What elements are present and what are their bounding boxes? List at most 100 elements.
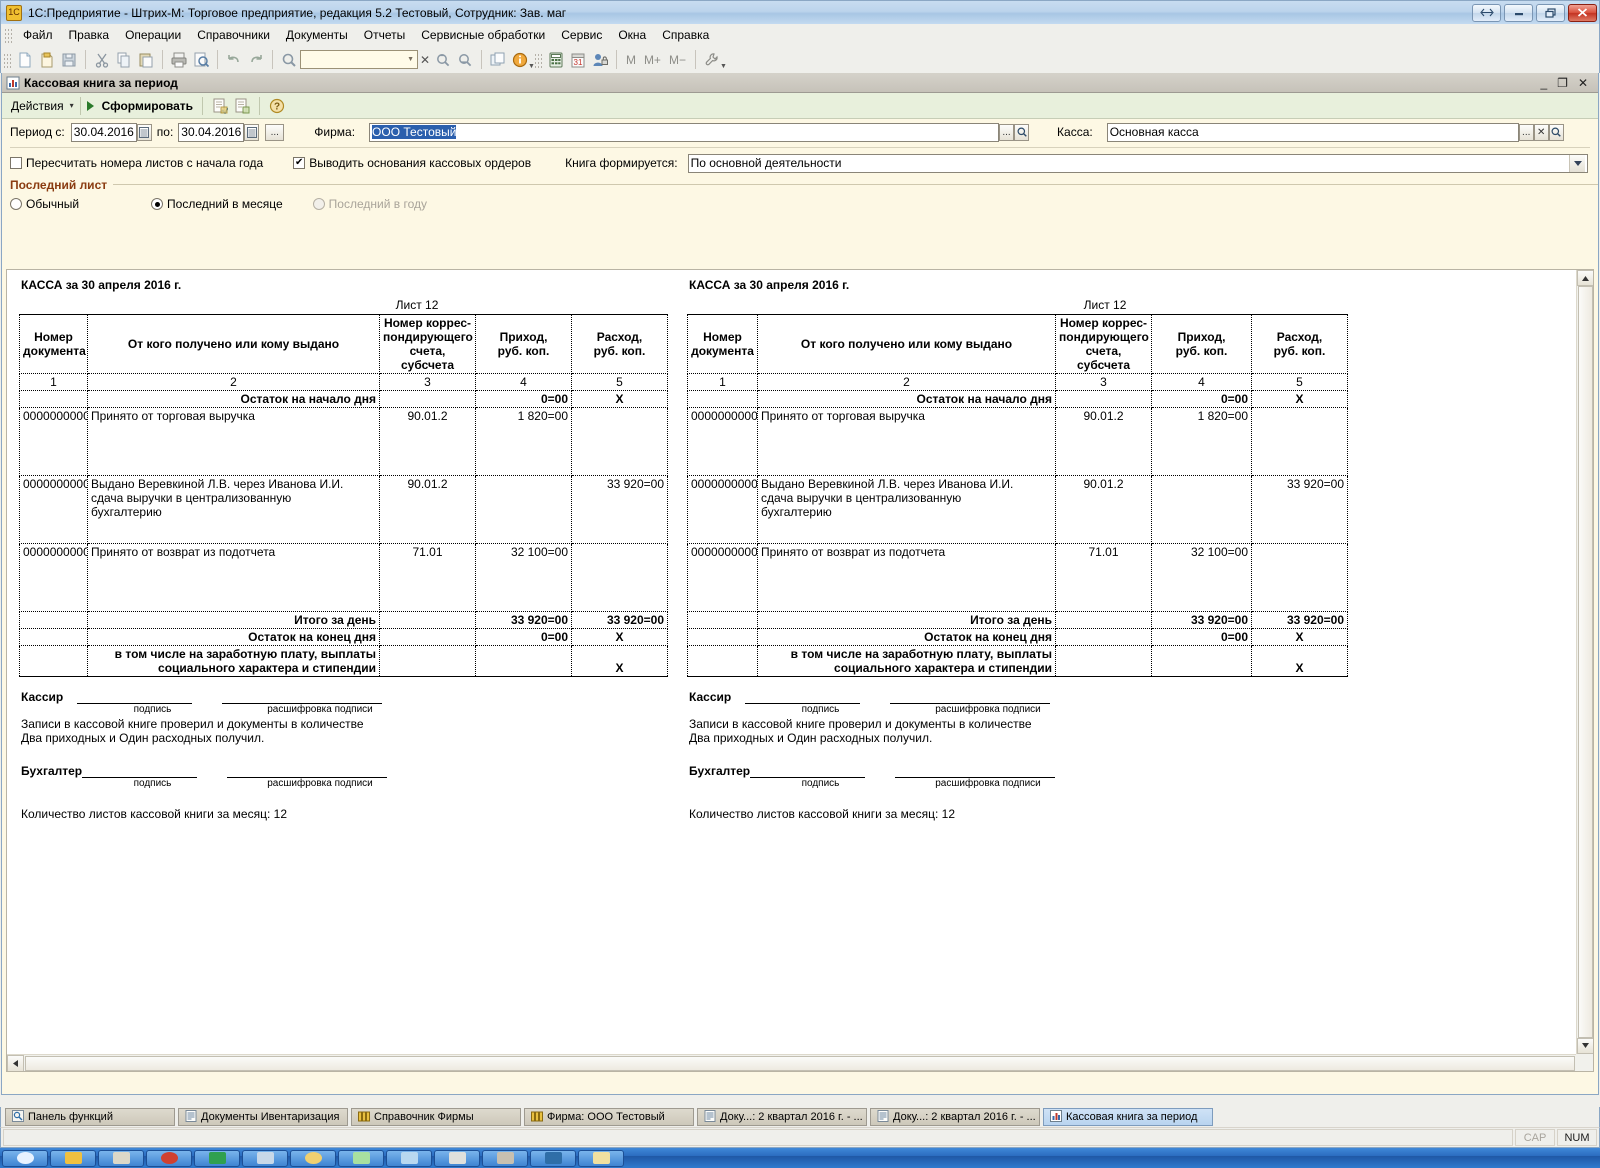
taskbar-item-7[interactable] bbox=[338, 1149, 384, 1167]
period-to-input[interactable]: 30.04.2016 bbox=[178, 122, 245, 142]
window-tab-function-panel[interactable]: Панель функций bbox=[5, 1108, 175, 1126]
cash-clear-button[interactable]: ✕ bbox=[1533, 123, 1549, 141]
firm-input[interactable]: ООО Тестовый bbox=[369, 122, 1000, 142]
show-base-checkbox[interactable]: ✔ bbox=[293, 157, 306, 169]
scroll-up-button[interactable] bbox=[1577, 270, 1593, 287]
radio-ordinary[interactable] bbox=[10, 198, 22, 210]
recount-checkbox[interactable] bbox=[10, 157, 22, 169]
taskbar-item-1[interactable] bbox=[50, 1149, 96, 1167]
open-document-icon[interactable] bbox=[36, 49, 58, 71]
cut-icon[interactable] bbox=[91, 49, 113, 71]
vertical-scroll-thumb[interactable] bbox=[1578, 286, 1593, 1038]
menu-windows[interactable]: Окна bbox=[610, 26, 654, 44]
taskbar-item-6[interactable] bbox=[290, 1149, 336, 1167]
taskbar-item-9[interactable] bbox=[434, 1149, 480, 1167]
paste-icon[interactable] bbox=[135, 49, 157, 71]
menu-documents[interactable]: Документы bbox=[278, 26, 356, 44]
cash-search-button[interactable] bbox=[1548, 123, 1564, 141]
menu-help[interactable]: Справка bbox=[654, 26, 717, 44]
taskbar-item-11[interactable] bbox=[530, 1149, 576, 1167]
search-input[interactable]: ▼ bbox=[300, 50, 418, 69]
menu-service-processing[interactable]: Сервисные обработки bbox=[413, 26, 553, 44]
menu-catalogs[interactable]: Справочники bbox=[189, 26, 278, 44]
find-prev-icon[interactable] bbox=[454, 49, 476, 71]
report-close-button[interactable]: ✕ bbox=[1578, 76, 1588, 90]
period-to-calendar-icon[interactable] bbox=[244, 123, 260, 141]
memory-add-button[interactable]: M+ bbox=[640, 53, 665, 67]
redo-icon[interactable] bbox=[245, 49, 267, 71]
chevron-down-icon[interactable] bbox=[1569, 154, 1585, 172]
memory-subtract-button[interactable]: M− bbox=[665, 53, 690, 67]
save-settings-icon[interactable] bbox=[209, 95, 231, 117]
search-icon[interactable] bbox=[278, 49, 300, 71]
print-preview-icon[interactable] bbox=[190, 49, 212, 71]
window-tab-catalog-firms[interactable]: Справочник Фирмы bbox=[351, 1108, 521, 1126]
copy-icon[interactable] bbox=[113, 49, 135, 71]
undo-icon[interactable] bbox=[223, 49, 245, 71]
th-from-whom: От кого получено или кому выдано bbox=[757, 314, 1056, 374]
calculator-icon[interactable] bbox=[545, 49, 567, 71]
taskbar-item-12[interactable] bbox=[578, 1149, 624, 1167]
period-from-calendar-icon[interactable] bbox=[136, 123, 152, 141]
period-from-input[interactable]: 30.04.2016 bbox=[70, 122, 137, 142]
firm-pick-button[interactable]: ... bbox=[999, 123, 1015, 141]
window-tab-documents-q2-a[interactable]: Доку...: 2 квартал 2016 г. - ... bbox=[697, 1108, 867, 1126]
window-tab-documents-inventory[interactable]: Документы Ивентаризация bbox=[178, 1108, 348, 1126]
menu-drag-grip[interactable] bbox=[5, 27, 12, 43]
report-minimize-button[interactable]: _ bbox=[1540, 76, 1547, 90]
period-settings-button[interactable]: ... bbox=[265, 123, 285, 141]
closing-account bbox=[379, 628, 476, 646]
calendar-icon[interactable]: 31 bbox=[567, 49, 589, 71]
taskbar-item-5[interactable] bbox=[242, 1149, 288, 1167]
window-tab-firm-test[interactable]: Фирма: ООО Тестовый bbox=[524, 1108, 694, 1126]
clear-search-button[interactable]: ✕ bbox=[418, 53, 432, 67]
cash-pick-button[interactable]: ... bbox=[1518, 123, 1534, 141]
report-restore-button[interactable]: ❐ bbox=[1557, 76, 1568, 90]
radio-last-in-year bbox=[312, 198, 325, 210]
tools-dropdown-arrow[interactable]: ▼ bbox=[720, 63, 727, 70]
actions-menu-button[interactable]: Действия bbox=[7, 97, 68, 115]
report-horizontal-scrollbar[interactable] bbox=[7, 1054, 1576, 1071]
book-formed-select[interactable]: По основной деятельности bbox=[687, 153, 1588, 173]
firm-search-button[interactable] bbox=[1014, 123, 1030, 141]
taskbar-item-10[interactable] bbox=[482, 1149, 528, 1167]
restore-window-button[interactable] bbox=[1472, 3, 1501, 22]
report-vertical-scrollbar[interactable] bbox=[1576, 270, 1593, 1054]
toolbar-drag-grip[interactable] bbox=[4, 51, 11, 68]
menu-file[interactable]: Файл bbox=[15, 26, 61, 44]
scroll-down-button[interactable] bbox=[1577, 1037, 1593, 1054]
menu-operations[interactable]: Операции bbox=[117, 26, 189, 44]
menu-edit[interactable]: Правка bbox=[61, 26, 118, 44]
load-settings-icon[interactable] bbox=[231, 95, 253, 117]
toolbar-drag-grip-2[interactable] bbox=[534, 51, 542, 68]
taskbar-start-button[interactable] bbox=[2, 1149, 48, 1167]
minimize-window-button[interactable] bbox=[1504, 3, 1533, 22]
cash-input[interactable]: Основная касса bbox=[1106, 122, 1519, 142]
find-next-icon[interactable] bbox=[432, 49, 454, 71]
window-tab-documents-q2-b[interactable]: Доку...: 2 квартал 2016 г. - ... bbox=[870, 1108, 1040, 1126]
info-dropdown-arrow[interactable]: ▼ bbox=[528, 63, 535, 70]
memory-recall-button[interactable]: M bbox=[622, 53, 640, 67]
chevron-down-icon[interactable]: ▼ bbox=[407, 56, 414, 63]
taskbar-item-3[interactable] bbox=[146, 1149, 192, 1167]
window-tab-cash-book[interactable]: Кассовая книга за период bbox=[1043, 1108, 1213, 1126]
user-settings-icon[interactable] bbox=[589, 49, 611, 71]
close-window-button[interactable] bbox=[1568, 3, 1597, 22]
print-icon[interactable] bbox=[168, 49, 190, 71]
taskbar-item-4[interactable] bbox=[194, 1149, 240, 1167]
save-icon[interactable] bbox=[58, 49, 80, 71]
actions-dropdown-arrow[interactable]: ▾ bbox=[70, 101, 74, 110]
switch-window-icon[interactable] bbox=[487, 49, 509, 71]
maximize-window-button[interactable] bbox=[1536, 3, 1565, 22]
radio-last-in-month[interactable] bbox=[151, 198, 164, 210]
help-icon[interactable]: ? bbox=[266, 95, 288, 117]
report-sheet[interactable]: КАССА за 30 апреля 2016 г. Лист 12 Номер… bbox=[7, 270, 1576, 1054]
horizontal-scroll-thumb[interactable] bbox=[25, 1055, 1575, 1071]
scroll-left-button[interactable] bbox=[7, 1054, 24, 1071]
taskbar-item-2[interactable] bbox=[98, 1149, 144, 1167]
menu-reports[interactable]: Отчеты bbox=[356, 26, 413, 44]
new-document-icon[interactable] bbox=[14, 49, 36, 71]
menu-service[interactable]: Сервис bbox=[553, 26, 610, 44]
generate-report-button[interactable]: Сформировать bbox=[99, 97, 196, 115]
taskbar-item-8[interactable] bbox=[386, 1149, 432, 1167]
